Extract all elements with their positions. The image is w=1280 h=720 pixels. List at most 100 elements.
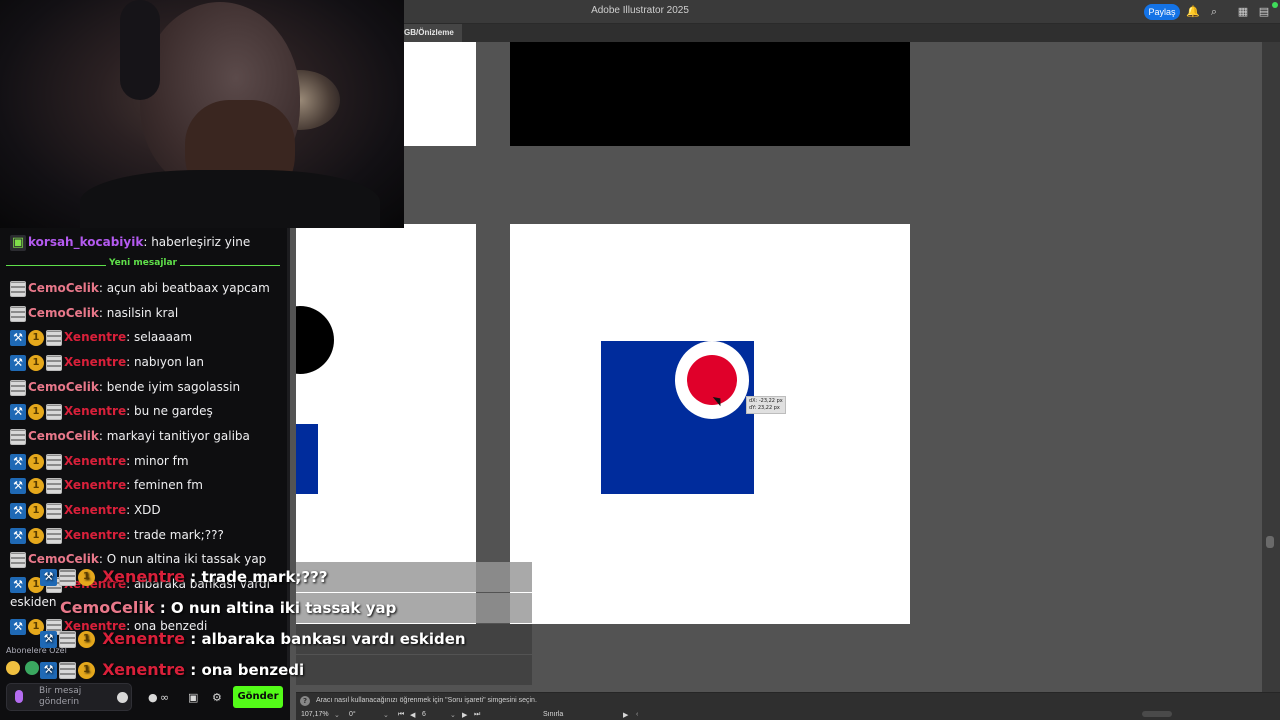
blue-rect-shape-partial[interactable] <box>296 424 318 494</box>
help-icon[interactable]: ? <box>300 696 310 706</box>
coin-badge-icon: 1 <box>28 477 44 494</box>
status-mode[interactable]: Sınırla <box>543 711 563 718</box>
horizontal-scrollbar-thumb[interactable] <box>1142 711 1172 717</box>
sword-badge-icon: ⚒ <box>40 569 57 586</box>
zoom-dropdown-icon[interactable]: ⌄ <box>334 711 340 719</box>
chat-message: ⚒ 1 Xenentre: feminen fm <box>10 475 203 495</box>
bell-icon[interactable]: 🔔 <box>1186 5 1200 19</box>
status-message: Aracı nasıl kullanacağınızı öğrenmek içi… <box>316 697 537 704</box>
chat-text: : açun abi beatbaax yapcam <box>98 281 270 295</box>
rotation-dropdown-icon[interactable]: ⌄ <box>383 711 389 719</box>
drag-tooltip: dX: -23,22 px dY: 23,22 px <box>746 396 786 414</box>
chat-username[interactable]: Xenentre <box>64 454 126 468</box>
new-messages-divider: Yeni mesajlar <box>6 258 280 272</box>
chat-username[interactable]: Xenentre <box>64 478 126 492</box>
black-circle-shape[interactable] <box>296 306 334 374</box>
artboard-number[interactable]: 6 <box>422 711 426 718</box>
chat-username[interactable]: CemoCelik <box>28 306 99 320</box>
sword-badge-icon: ⚒ <box>10 453 26 470</box>
overlay-username: Xenentre <box>102 660 186 679</box>
share-button[interactable]: Paylaş <box>1144 4 1180 20</box>
chat-text: : O nun altina iki tassak yap <box>98 552 267 566</box>
chat-username[interactable]: CemoCelik <box>28 380 99 394</box>
chat-input[interactable]: Bir mesaj gönderin <box>6 683 132 711</box>
chat-message: CemoCelik: markayi tanitiyor galiba <box>10 426 250 446</box>
overlay-message: ⚒ 1 Xenentre : trade mark;??? <box>40 566 328 588</box>
emote-badge-icon <box>46 354 62 371</box>
chat-text: : XDD <box>126 503 161 517</box>
chat-message: ⚒ 1 Xenentre: XDD <box>10 500 161 520</box>
placeholder-line-1: Bir mesaj <box>39 686 82 696</box>
emote-badge-icon <box>46 527 62 544</box>
overlay-bar <box>296 562 532 592</box>
artboard-dropdown-icon[interactable]: ⌄ <box>450 711 456 719</box>
emote-badge-icon <box>10 305 26 322</box>
sword-badge-icon: ⚒ <box>10 618 26 635</box>
chat-username[interactable]: Xenentre <box>64 404 126 418</box>
red-circle-shape[interactable] <box>687 355 737 405</box>
webcam-feed <box>0 0 404 228</box>
chat-username[interactable]: korsah_kocabiyik <box>28 235 143 249</box>
emote-badge-icon <box>46 502 62 519</box>
prev-artboard-icon[interactable]: ◀ <box>410 711 415 719</box>
emote-badge-icon <box>46 403 62 420</box>
store-icon[interactable]: ▣ <box>188 692 198 704</box>
chat-username[interactable]: Xenentre <box>64 355 126 369</box>
screen: { "illustrator": { "title": "Adobe Illus… <box>0 0 1280 720</box>
overlay-message: CemoCelik : O nun altina iki tassak yap <box>60 597 396 619</box>
overlay-username: Xenentre <box>102 629 186 648</box>
webcam-person-body <box>80 170 380 228</box>
sword-badge-icon: ⚒ <box>40 631 57 648</box>
hscroll-left-icon[interactable]: ‹ <box>636 711 638 718</box>
chat-text: : nasilsin kral <box>98 306 179 320</box>
chat-username[interactable]: Xenentre <box>64 503 126 517</box>
infinity-icon[interactable]: ∞ <box>160 692 169 704</box>
workspace-icon[interactable]: ▦ <box>1236 5 1250 19</box>
chat-message: CemoCelik: bende iyim sagolassin <box>10 377 240 397</box>
emote-globe-icon[interactable] <box>25 661 40 675</box>
divider-line-right <box>180 265 280 266</box>
artboard-main[interactable]: dX: -23,22 px dY: 23,22 px <box>510 224 910 624</box>
emote-badge-icon <box>46 329 62 346</box>
panels-icon[interactable]: ▤ <box>1257 5 1271 19</box>
emoji-icon[interactable] <box>117 692 128 703</box>
chat-message: ⚒ 1 Xenentre: selaaaam <box>10 327 192 347</box>
chat-text: : bende iyim sagolassin <box>98 380 241 394</box>
coin-badge-icon: 1 <box>28 453 44 470</box>
chat-text: : selaaaam <box>126 330 193 344</box>
settings-icon[interactable]: ⚙ <box>212 692 222 704</box>
sword-badge-icon: ⚒ <box>10 576 26 593</box>
send-button[interactable]: Gönder <box>233 686 283 708</box>
coin-badge-icon: 1 <box>78 569 95 586</box>
tooltip-dy: dY: 23,22 px <box>749 405 780 411</box>
vertical-scrollbar[interactable] <box>1262 42 1280 692</box>
coin-badge-icon: 1 <box>28 329 44 346</box>
chat-username[interactable]: CemoCelik <box>28 429 99 443</box>
search-icon[interactable]: ⌕ <box>1207 5 1221 19</box>
overlay-bar <box>296 655 532 685</box>
document-tab[interactable]: GB/Önizleme <box>396 24 462 42</box>
new-messages-label: Yeni mesajlar <box>108 258 177 268</box>
next-artboard-icon[interactable]: ▶ <box>462 711 467 719</box>
rotation-value[interactable]: 0° <box>349 711 356 718</box>
chat-username[interactable]: CemoCelik <box>28 281 99 295</box>
sword-badge-icon: ⚒ <box>10 354 26 371</box>
emote-smile-icon[interactable] <box>6 661 20 675</box>
overlay-message: ⚒ 1 Xenentre : albaraka bankası vardı esk… <box>40 628 466 650</box>
zoom-level[interactable]: 107,17% <box>301 711 329 718</box>
chat-message: ⚒ 1 Xenentre: trade mark;??? <box>10 525 224 545</box>
chat-username[interactable]: CemoCelik <box>28 552 99 566</box>
last-artboard-icon[interactable]: ⏭ <box>474 711 480 719</box>
artboard-black[interactable] <box>510 42 910 146</box>
bits-icon[interactable]: ● <box>148 692 158 704</box>
emote-badge-icon <box>46 477 62 494</box>
status-menu-icon[interactable]: ▶ <box>623 711 628 719</box>
scrollbar-thumb[interactable] <box>1266 536 1274 548</box>
first-artboard-icon[interactable]: ⏮ <box>398 711 404 719</box>
sword-badge-icon: ⚒ <box>10 477 26 494</box>
microphone-icon[interactable] <box>15 690 23 703</box>
status-dot <box>1272 2 1278 8</box>
overlay-username: Xenentre <box>102 567 186 586</box>
chat-username[interactable]: Xenentre <box>64 330 126 344</box>
chat-username[interactable]: Xenentre <box>64 528 126 542</box>
